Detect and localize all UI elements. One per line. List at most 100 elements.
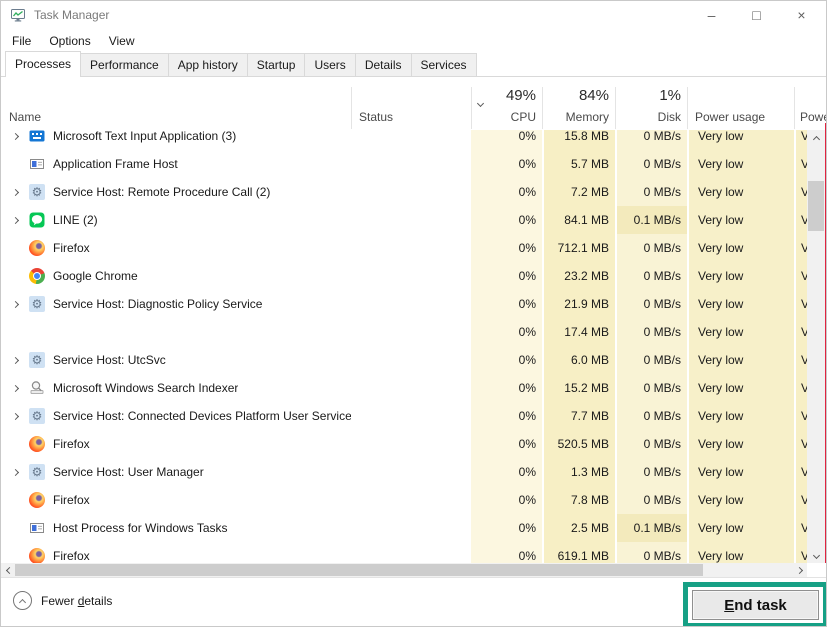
footer-bar: Fewer details End task: [1, 577, 827, 627]
process-name: Firefox: [53, 493, 90, 507]
window-icon: [29, 156, 45, 172]
window-icon: [29, 520, 45, 536]
process-name-cell: Firefox: [1, 486, 351, 514]
scroll-left-button[interactable]: [1, 563, 15, 577]
process-cpu: 0%: [471, 290, 542, 318]
process-name-cell: [1, 318, 351, 346]
horizontal-scrollbar[interactable]: [1, 563, 807, 577]
horizontal-scrollbar-thumb[interactable]: [15, 564, 703, 576]
firefox-icon: [29, 240, 45, 256]
process-disk: 0 MB/s: [615, 318, 687, 346]
process-status: [351, 402, 471, 430]
column-header-power-usage-trend[interactable]: Powe: [800, 110, 827, 124]
menu-view[interactable]: View: [100, 31, 144, 51]
tab-processes[interactable]: Processes: [5, 51, 81, 77]
search-indexer-icon: [29, 380, 45, 396]
tab-details[interactable]: Details: [355, 53, 412, 76]
process-disk: 0 MB/s: [615, 374, 687, 402]
expand-chevron-icon[interactable]: [7, 414, 25, 419]
process-row[interactable]: Firefox 0% 619.1 MB 0 MB/s Very low Ve: [1, 542, 815, 563]
process-status: [351, 514, 471, 542]
column-separator: [687, 87, 688, 129]
process-row[interactable]: Host Process for Windows Tasks 0% 2.5 MB…: [1, 514, 815, 542]
scroll-down-button[interactable]: [807, 547, 825, 563]
expand-chevron-icon[interactable]: [7, 470, 25, 475]
process-memory: 7.8 MB: [542, 486, 615, 514]
gear-icon: ⚙: [29, 464, 45, 480]
end-task-button-label: End task: [724, 597, 787, 614]
keyboard-icon: [29, 130, 45, 144]
process-memory: 520.5 MB: [542, 430, 615, 458]
maximize-button[interactable]: □: [734, 1, 779, 29]
process-row[interactable]: Application Frame Host 0% 5.7 MB 0 MB/s …: [1, 150, 815, 178]
process-name: Application Frame Host: [53, 157, 178, 171]
expand-chevron-icon[interactable]: [7, 134, 25, 139]
process-row[interactable]: Firefox 0% 712.1 MB 0 MB/s Very low Ve: [1, 234, 815, 262]
close-button[interactable]: ×: [779, 1, 824, 29]
disk-total: 1%: [615, 87, 681, 104]
end-task-button[interactable]: End task: [692, 590, 819, 620]
minimize-button[interactable]: –: [689, 1, 734, 29]
process-status: [351, 150, 471, 178]
tab-startup[interactable]: Startup: [247, 53, 306, 76]
process-row[interactable]: Microsoft Text Input Application (3) 0% …: [1, 130, 815, 150]
process-name-cell: ⚙ Service Host: UtcSvc: [1, 346, 351, 374]
process-row[interactable]: Microsoft Windows Search Indexer 0% 15.2…: [1, 374, 815, 402]
process-row[interactable]: Firefox 0% 520.5 MB 0 MB/s Very low Ve: [1, 430, 815, 458]
menu-file[interactable]: File: [3, 31, 40, 51]
column-header-cpu[interactable]: CPU: [471, 110, 536, 124]
process-memory: 7.7 MB: [542, 402, 615, 430]
process-disk: 0 MB/s: [615, 234, 687, 262]
process-row[interactable]: LINE (2) 0% 84.1 MB 0.1 MB/s Very low Ve: [1, 206, 815, 234]
scrollbar-corner: [807, 563, 827, 577]
vertical-scrollbar[interactable]: [807, 130, 825, 563]
expand-chevron-icon[interactable]: [7, 190, 25, 195]
column-header-power-usage[interactable]: Power usage: [695, 110, 765, 124]
process-status: [351, 130, 471, 150]
process-power-usage: Very low: [687, 206, 794, 234]
tab-performance[interactable]: Performance: [80, 53, 169, 76]
scroll-up-button[interactable]: [807, 130, 825, 146]
end-task-annotation-box: End task: [683, 582, 827, 627]
tab-users[interactable]: Users: [304, 53, 355, 76]
column-header-status[interactable]: Status: [359, 110, 393, 124]
fewer-details-button[interactable]: Fewer details: [13, 591, 112, 610]
process-name-cell: ⚙ Service Host: Connected Devices Platfo…: [1, 402, 351, 430]
process-power-usage: Very low: [687, 402, 794, 430]
column-header-disk[interactable]: Disk: [615, 110, 681, 124]
expand-chevron-icon[interactable]: [7, 302, 25, 307]
column-header-name[interactable]: Name: [9, 110, 41, 124]
expand-chevron-icon[interactable]: [7, 386, 25, 391]
process-name-cell: ⚙ Service Host: Diagnostic Policy Servic…: [1, 290, 351, 318]
process-row[interactable]: ⚙ Service Host: Remote Procedure Call (2…: [1, 178, 815, 206]
process-memory: 84.1 MB: [542, 206, 615, 234]
process-row[interactable]: ⚙ Service Host: UtcSvc 0% 6.0 MB 0 MB/s …: [1, 346, 815, 374]
process-row[interactable]: ⚙ Service Host: Diagnostic Policy Servic…: [1, 290, 815, 318]
column-header-memory[interactable]: Memory: [542, 110, 609, 124]
process-row[interactable]: ⚙ Service Host: Connected Devices Platfo…: [1, 402, 815, 430]
process-row[interactable]: ⚙ Service Host: User Manager 0% 1.3 MB 0…: [1, 458, 815, 486]
process-row[interactable]: 0% 17.4 MB 0 MB/s Very low Ve: [1, 318, 815, 346]
gear-icon: ⚙: [29, 296, 45, 312]
process-status: [351, 206, 471, 234]
process-row[interactable]: Google Chrome 0% 23.2 MB 0 MB/s Very low…: [1, 262, 815, 290]
process-rows: Microsoft Text Input Application (3) 0% …: [1, 130, 815, 563]
tab-bar: ProcessesPerformanceApp historyStartupUs…: [1, 53, 826, 77]
tab-app-history[interactable]: App history: [168, 53, 248, 76]
process-status: [351, 542, 471, 563]
process-row[interactable]: Firefox 0% 7.8 MB 0 MB/s Very low Ve: [1, 486, 815, 514]
process-disk: 0 MB/s: [615, 130, 687, 150]
process-disk: 0 MB/s: [615, 290, 687, 318]
process-power-usage: Very low: [687, 262, 794, 290]
process-disk: 0 MB/s: [615, 262, 687, 290]
tab-services[interactable]: Services: [411, 53, 477, 76]
process-disk: 0 MB/s: [615, 458, 687, 486]
vertical-scrollbar-thumb[interactable]: [808, 181, 824, 231]
process-status: [351, 346, 471, 374]
process-disk: 0 MB/s: [615, 346, 687, 374]
expand-chevron-icon[interactable]: [7, 218, 25, 223]
expand-chevron-icon[interactable]: [7, 358, 25, 363]
scroll-right-button[interactable]: [793, 563, 807, 577]
process-memory: 1.3 MB: [542, 458, 615, 486]
menu-options[interactable]: Options: [40, 31, 99, 51]
